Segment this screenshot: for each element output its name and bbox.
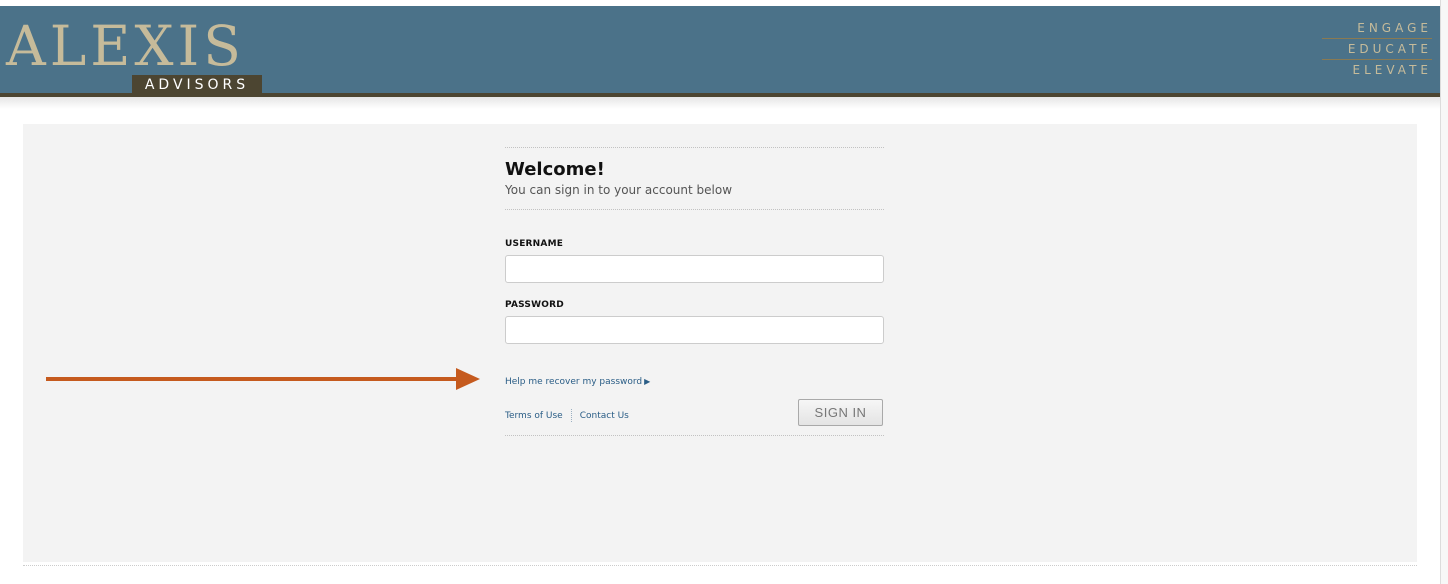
play-triangle-icon: ▶ — [644, 377, 651, 386]
tagline-elevate: ELEVATE — [1352, 63, 1432, 77]
page: ALEXIS ENGAGE EDUCATE ELEVATE ADVISORS W… — [0, 0, 1448, 584]
contact-us-link[interactable]: Contact Us — [580, 411, 629, 421]
recover-password-link[interactable]: Help me recover my password ▶ — [505, 377, 884, 387]
header-shadow — [0, 97, 1440, 109]
sign-in-button[interactable]: SIGN IN — [798, 399, 883, 426]
username-label: USERNAME — [505, 239, 564, 249]
form-footer: Terms of Use Contact Us SIGN IN — [505, 399, 884, 435]
welcome-heading: Welcome! — [505, 159, 605, 180]
recover-password-label: Help me recover my password — [505, 377, 643, 387]
form-bottom-divider — [505, 435, 884, 436]
sign-in-form: Welcome! You can sign in to your account… — [505, 147, 884, 436]
link-separator — [570, 409, 572, 422]
password-field[interactable] — [505, 316, 884, 344]
annotation-arrow-icon — [46, 368, 480, 390]
tagline-educate: EDUCATE — [1322, 39, 1432, 60]
password-label: PASSWORD — [505, 300, 564, 310]
form-heading-divider — [505, 209, 884, 210]
tagline-list: ENGAGE EDUCATE ELEVATE — [1322, 18, 1432, 80]
form-top-divider — [505, 147, 884, 148]
terms-of-use-link[interactable]: Terms of Use — [505, 411, 563, 421]
footer-links: Terms of Use Contact Us — [505, 409, 629, 422]
logo-subtitle[interactable]: ADVISORS — [132, 75, 262, 96]
username-field[interactable] — [505, 255, 884, 283]
welcome-subtitle: You can sign in to your account below — [505, 183, 733, 197]
vertical-scrollbar[interactable] — [1440, 0, 1448, 584]
logo-wordmark[interactable]: ALEXIS — [6, 16, 245, 76]
content-bottom-divider — [23, 565, 1417, 566]
tagline-engage: ENGAGE — [1322, 18, 1432, 39]
